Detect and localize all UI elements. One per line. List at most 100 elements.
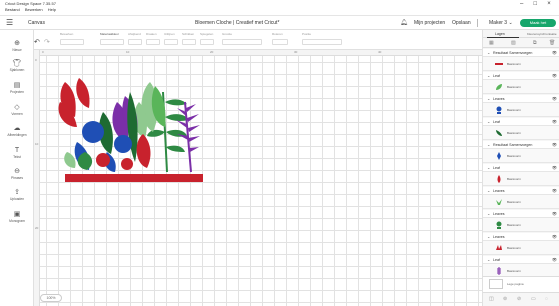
red-base-bar[interactable] <box>65 174 203 182</box>
layer-item[interactable]: Basisvorm <box>483 57 559 71</box>
chevron-down-icon[interactable]: ⌄ <box>487 188 490 193</box>
tool-projects[interactable]: ▤ Projecten <box>0 82 34 94</box>
close-button[interactable]: × <box>543 1 555 7</box>
tool-phrases[interactable]: ⊖ Phrases <box>0 168 34 180</box>
layer-group[interactable]: ⌄ Leaf 👁︎ <box>483 118 559 126</box>
chevron-down-icon[interactable]: ⌄ <box>487 96 490 101</box>
chevron-down-icon[interactable]: ⌄ <box>487 73 490 78</box>
layer-item[interactable]: Basisvorm <box>483 126 559 140</box>
chevron-down-icon[interactable]: ⌄ <box>487 142 490 147</box>
layer-item[interactable]: Basisvorm <box>483 241 559 255</box>
undo-icon[interactable]: ↶ <box>34 38 40 46</box>
tool-text[interactable]: T Tekst <box>0 147 34 159</box>
chevron-down-icon[interactable]: ⌄ <box>487 211 490 216</box>
eye-icon[interactable]: 👁︎ <box>552 50 557 55</box>
eye-icon[interactable]: 👁︎ <box>552 234 557 239</box>
chevron-down-icon[interactable]: ⌄ <box>487 234 490 239</box>
layer-group[interactable]: ⌄ Leaf 👁︎ <box>483 256 559 264</box>
redo-icon[interactable]: ↷ <box>44 38 50 46</box>
flower-cloche-design[interactable] <box>55 72 205 184</box>
chevron-down-icon[interactable]: ⌄ <box>487 257 490 262</box>
eye-icon[interactable]: 👁︎ <box>552 119 557 124</box>
layer-group[interactable]: ⌄ Resultaat Samenvoegen 👁︎ <box>483 141 559 149</box>
red-leaf-shape[interactable] <box>136 134 151 168</box>
layer-item[interactable]: Basisvorm <box>483 103 559 117</box>
flatten-icon[interactable]: ▭ <box>531 296 536 302</box>
tab-color-sync[interactable]: Kleurensynchronisatie <box>527 32 557 36</box>
dark-green-leaf-shape[interactable] <box>127 92 138 162</box>
zoom-control[interactable]: 100% <box>40 294 62 302</box>
layer-thumbnail <box>495 63 503 65</box>
layer-group[interactable]: ⌄ Leaf 👁︎ <box>483 72 559 80</box>
combine-icon[interactable]: ⊚ <box>503 296 507 302</box>
save-link[interactable]: Opslaan <box>452 20 471 26</box>
layer-item[interactable]: Basisvorm <box>483 172 559 186</box>
red-flower-shape[interactable] <box>121 158 133 170</box>
notification-bell-icon[interactable]: 🔔︎ <box>400 19 408 26</box>
edit-control-spiegelen[interactable]: Spiegelen <box>200 32 214 45</box>
layer-group[interactable]: ⌄ Leaves 👁︎ <box>483 210 559 218</box>
blank-canvas-layer[interactable]: Lege pagina <box>483 276 559 292</box>
layer-item[interactable]: Basisvorm <box>483 218 559 232</box>
eye-icon[interactable]: 👁︎ <box>552 165 557 170</box>
tool-shapes[interactable]: ◇ Vormen <box>0 104 34 116</box>
layer-group[interactable]: ⌄ Leaves 👁︎ <box>483 95 559 103</box>
chevron-down-icon[interactable]: ⌄ <box>487 119 490 124</box>
edit-control-draaien[interactable]: Draaien <box>146 32 160 45</box>
tool-label: Vormen <box>11 112 23 116</box>
menu-help[interactable]: Help <box>48 7 56 12</box>
eye-icon[interactable]: 👁︎ <box>552 96 557 101</box>
red-leaf-shape[interactable] <box>76 78 90 108</box>
contour-icon[interactable]: ◌ <box>545 296 548 302</box>
eye-icon[interactable]: 👁︎ <box>552 142 557 147</box>
edit-control-schikken[interactable]: Schikken <box>182 32 196 45</box>
layer-operation: Basisvorm <box>507 108 522 112</box>
blue-flower-shape[interactable] <box>114 135 132 153</box>
edit-control-uitlijnen[interactable]: Uitlijnen <box>164 32 178 45</box>
ungroup-icon[interactable]: ▧ <box>511 40 516 46</box>
layer-item[interactable]: Basisvorm <box>483 149 559 163</box>
maximize-button[interactable]: □ <box>529 1 541 7</box>
layer-group[interactable]: ⌄ Leaves 👁︎ <box>483 233 559 241</box>
layer-group[interactable]: ⌄ Leaf 👁︎ <box>483 164 559 172</box>
tool-upload[interactable]: ⇪ Uploaden <box>0 189 34 201</box>
menu-bewerken[interactable]: Bewerken <box>25 7 43 12</box>
my-projects-link[interactable]: Mijn projecten <box>414 20 445 26</box>
menu-bestand[interactable]: Bestand <box>5 7 20 12</box>
tool-monogram[interactable]: ▣ Monogram <box>0 211 34 223</box>
edit-control-positie[interactable]: Positie <box>302 32 342 45</box>
chevron-down-icon[interactable]: ⌄ <box>487 50 490 55</box>
edit-control-afwijkend[interactable]: Afwijkend <box>128 32 142 45</box>
edit-control-materiaalkleur[interactable]: Materiaalkleur <box>100 32 124 45</box>
edit-control-roteren[interactable]: Roteren <box>272 32 288 45</box>
tab-layers[interactable]: Lagen <box>495 32 505 36</box>
red-flower-shape[interactable] <box>96 153 110 167</box>
layer-item[interactable]: Basisvorm <box>483 195 559 209</box>
layer-group[interactable]: ⌄ Resultaat Samenvoegen 👁︎ <box>483 49 559 57</box>
hamburger-menu-icon[interactable]: ☰ <box>6 19 13 27</box>
layer-item[interactable]: Basisvorm <box>483 80 559 94</box>
layer-group[interactable]: ⌄ Leaves 👁︎ <box>483 187 559 195</box>
chevron-down-icon[interactable]: ⌄ <box>487 165 490 170</box>
blue-flower-shape[interactable] <box>82 121 104 143</box>
delete-icon[interactable]: 🗑︎ <box>549 40 555 46</box>
tool-new[interactable]: ⊕ Nieuw <box>0 40 34 52</box>
tool-images[interactable]: ☁ Afbeeldingen <box>0 125 34 137</box>
panel-tabs: Lagen Kleurensynchronisatie <box>483 30 559 38</box>
green-leaf-shape[interactable] <box>64 152 76 168</box>
attach-icon[interactable]: ⊘ <box>517 296 521 302</box>
eye-icon[interactable]: 👁︎ <box>552 211 557 216</box>
duplicate-icon[interactable]: ⧉ <box>533 40 537 46</box>
make-it-button[interactable]: Maak het <box>520 19 556 27</box>
eye-icon[interactable]: 👁︎ <box>552 257 557 262</box>
tool-templates[interactable]: 👕︎ Sjablonen <box>0 60 34 72</box>
eye-icon[interactable]: 👁︎ <box>552 188 557 193</box>
group-icon[interactable]: ▦ <box>489 40 494 46</box>
control-box <box>302 39 342 45</box>
slice-icon[interactable]: ◫ <box>489 296 494 302</box>
eye-icon[interactable]: 👁︎ <box>552 73 557 78</box>
edit-control-bewerken[interactable]: Bewerken <box>60 32 84 45</box>
machine-select[interactable]: Maker 3 ⌄ <box>489 20 513 26</box>
edit-control-grootte[interactable]: Grootte <box>222 32 262 45</box>
minimize-button[interactable]: – <box>516 1 528 7</box>
